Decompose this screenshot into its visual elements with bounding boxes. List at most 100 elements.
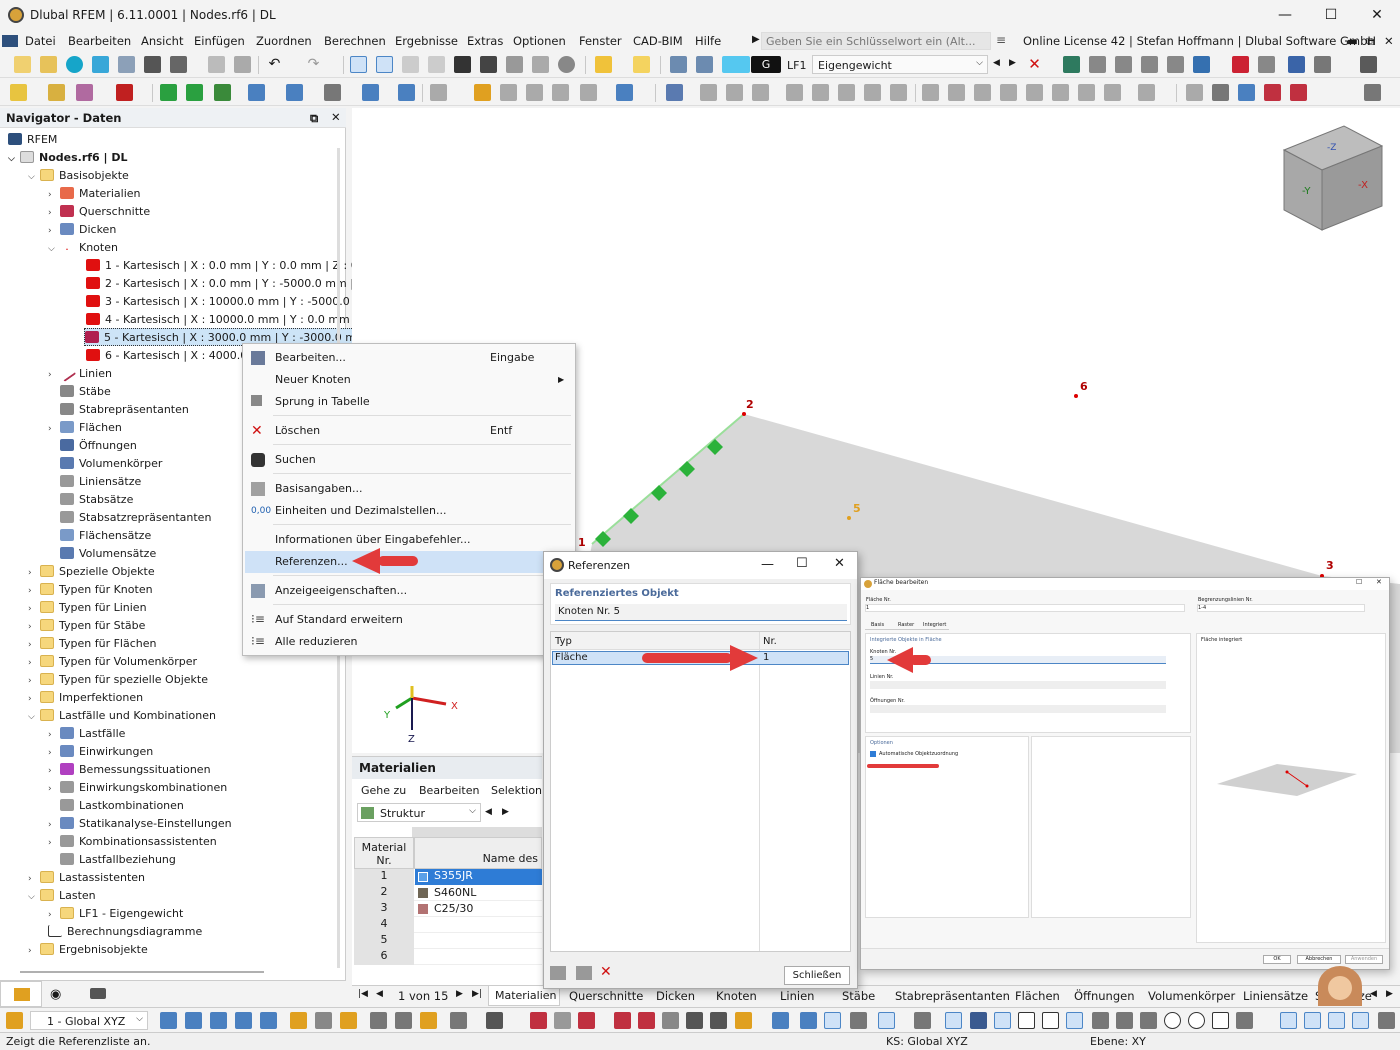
tab-oeffnungen[interactable]: Öffnungen — [1074, 989, 1135, 1003]
slash-icon[interactable] — [554, 1012, 571, 1029]
result-icon[interactable] — [1232, 56, 1249, 73]
ctx-bearbeiten[interactable]: Bearbeiten... Eingabe — [245, 347, 573, 369]
tree-lf-1[interactable]: › Einwirkungen — [48, 743, 153, 761]
tree-lasten[interactable]: ⌵ Lasten — [28, 887, 96, 905]
print-icon[interactable] — [170, 56, 187, 73]
prev-view-icon[interactable]: ◀ — [485, 807, 492, 817]
tree-folder-5[interactable]: › Typen für Volumenkörper — [28, 653, 197, 671]
tab-volumen[interactable]: Volumenkörper — [1148, 989, 1235, 1003]
align1-icon[interactable] — [922, 84, 939, 101]
cut-icon[interactable] — [662, 1012, 679, 1029]
tree-node-6[interactable]: 6 - Kartesisch | X : 4000.0 mi — [86, 347, 265, 365]
osnap14-icon[interactable] — [1280, 1012, 1297, 1029]
measure-tool-icon[interactable] — [526, 84, 543, 101]
maximize-button[interactable]: ☐ — [1308, 0, 1354, 31]
tree-knoten[interactable]: ⌵ · Knoten — [48, 239, 118, 257]
align2-icon[interactable] — [948, 84, 965, 101]
tree-flaechen[interactable]: › Flächen — [48, 419, 122, 437]
ref-minimize-button[interactable]: — — [761, 557, 774, 572]
ref-close-button[interactable]: ✕ — [834, 556, 845, 571]
osnap1-icon[interactable] — [945, 1012, 962, 1029]
table-row[interactable]: 4 — [354, 917, 542, 933]
angle-icon[interactable] — [914, 1012, 931, 1029]
load-icon[interactable] — [670, 56, 687, 73]
tree-lf-0[interactable]: › Lastfälle — [48, 725, 125, 743]
arc2-icon[interactable] — [638, 1012, 655, 1029]
tab-knoten[interactable]: Knoten — [716, 989, 757, 1003]
ref-select-icon[interactable] — [576, 966, 592, 980]
undo-icon[interactable]: ↶ — [266, 56, 283, 73]
menu-datei[interactable]: Datei — [25, 34, 56, 48]
filter-tool-icon[interactable] — [666, 84, 683, 101]
tree-lf-7[interactable]: Lastfallbeziehung — [60, 851, 176, 869]
document-icon[interactable] — [532, 56, 549, 73]
beam-tool-icon[interactable] — [700, 84, 717, 101]
print-preview-icon[interactable] — [118, 56, 135, 73]
tab-materialien[interactable]: Materialien — [488, 986, 560, 1006]
globe-icon[interactable] — [558, 56, 575, 73]
tree-stabrep[interactable]: Stabrepräsentanten — [60, 401, 189, 419]
snap2-icon[interactable] — [578, 1012, 595, 1029]
display-mode-icon[interactable] — [290, 1012, 307, 1029]
align7-icon[interactable] — [1078, 84, 1095, 101]
surface-support-icon[interactable] — [1167, 56, 1184, 73]
xxx-icon[interactable] — [1089, 56, 1106, 73]
tree-ergebnisobjekte[interactable]: › Ergebnisobjekte — [28, 941, 148, 959]
tree-node-1[interactable]: 1 - Kartesisch | X : 0.0 mm | Y : 0.0 mm… — [86, 257, 368, 275]
ctx-einheiten[interactable]: 0,00 Einheiten und Dezimalstellen... — [245, 500, 573, 522]
osnap7-icon[interactable] — [1092, 1012, 1109, 1029]
auto-assign-checkbox[interactable] — [870, 751, 876, 757]
menu-ergebnisse[interactable]: Ergebnisse — [395, 34, 458, 48]
tree-lf-2[interactable]: › Bemessungssituationen — [48, 761, 211, 779]
ctx-suchen[interactable]: Suchen — [245, 449, 573, 471]
next-view-icon[interactable]: ▶ — [502, 807, 509, 817]
model-icon[interactable] — [92, 56, 109, 73]
group-tool-icon[interactable] — [186, 84, 203, 101]
menu-bearbeiten-table[interactable]: Bearbeiten — [419, 784, 479, 797]
settings-icon[interactable] — [1360, 56, 1377, 73]
curve-tool-icon[interactable] — [786, 84, 803, 101]
eye-icon[interactable]: ◉ — [50, 987, 61, 1002]
tree-lf1[interactable]: › LF1 - Eigengewicht — [48, 905, 183, 923]
tree-folder-7[interactable]: › Imperfektionen — [28, 689, 143, 707]
grid4-icon[interactable] — [824, 1012, 841, 1029]
arc-icon[interactable] — [614, 1012, 631, 1029]
tree-flaechensaetze[interactable]: Flächensätze — [60, 527, 151, 545]
redo-icon[interactable]: ↷ — [305, 56, 322, 73]
osnap16-icon[interactable] — [1328, 1012, 1345, 1029]
navigator-close-icon[interactable]: ✕ — [331, 110, 341, 124]
view-bottom-icon[interactable] — [260, 1012, 277, 1029]
dimension-icon[interactable] — [402, 56, 419, 73]
rotate-tool-icon[interactable] — [580, 84, 597, 101]
osnap12-icon[interactable] — [1212, 1012, 1229, 1029]
osnap18-icon[interactable] — [1378, 1012, 1395, 1029]
render-icon[interactable] — [315, 1012, 332, 1029]
table-row[interactable]: 2 S460NL — [354, 885, 542, 901]
new-file-icon[interactable] — [14, 56, 31, 73]
boundary-lines-field[interactable]: 1-4 — [1197, 604, 1365, 612]
close-dialog-button[interactable]: Schließen — [784, 966, 850, 985]
tab-flaechen[interactable]: Flächen — [1015, 989, 1060, 1003]
view-select[interactable]: Struktur ⌵ — [357, 803, 481, 822]
table-row[interactable]: 5 — [354, 933, 542, 949]
align6-icon[interactable] — [1052, 84, 1069, 101]
marker-icon[interactable] — [735, 1012, 752, 1029]
minimize-button[interactable]: — — [1262, 0, 1308, 31]
line-support-icon[interactable] — [1141, 56, 1158, 73]
magnet-tool-icon[interactable] — [116, 84, 133, 101]
tree-folder-0[interactable]: › Spezielle Objekte — [28, 563, 155, 581]
tree-folder-1[interactable]: › Typen für Knoten — [28, 581, 153, 599]
cross-icon[interactable] — [686, 1012, 703, 1029]
tab-raster[interactable]: Raster — [898, 622, 914, 628]
member-display-icon[interactable] — [395, 1012, 412, 1029]
tree-basisobjekte[interactable]: ⌵ Basisobjekte — [28, 167, 129, 185]
osnap8-icon[interactable] — [1116, 1012, 1133, 1029]
mirror-tool-icon[interactable] — [616, 84, 633, 101]
tab-integriert[interactable]: Integriert — [923, 622, 946, 628]
osnap13-icon[interactable] — [1236, 1012, 1253, 1029]
load-case-select[interactable]: Eigengewicht ⌵ — [812, 55, 988, 74]
menu-optionen[interactable]: Optionen — [513, 34, 566, 48]
view-iso-icon[interactable] — [160, 1012, 177, 1029]
osnap17-icon[interactable] — [1352, 1012, 1369, 1029]
ctx-info-fehler[interactable]: Informationen über Eingabefehler... — [245, 529, 573, 551]
